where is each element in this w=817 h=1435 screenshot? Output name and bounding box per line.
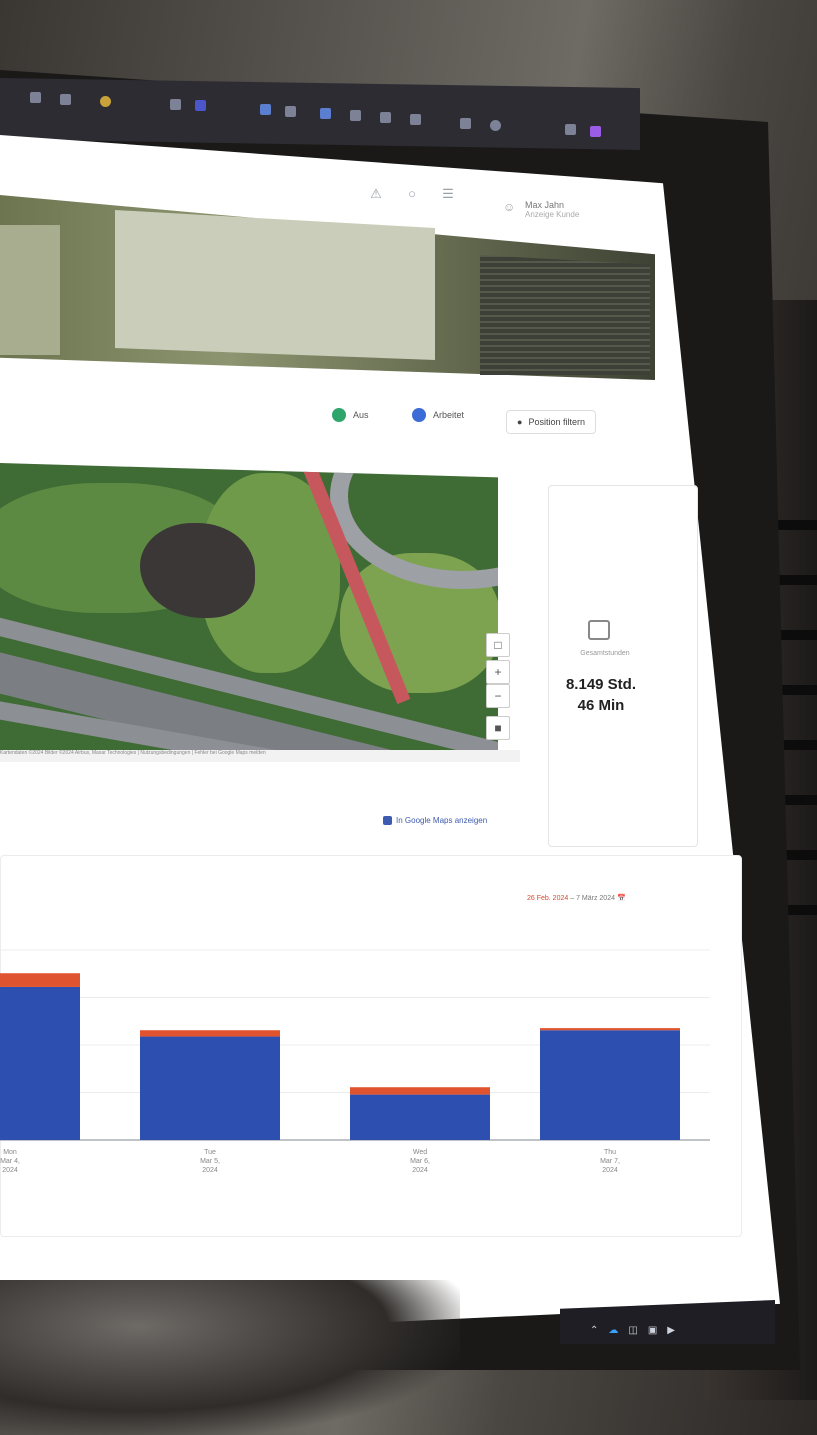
user-name: Max Jahn xyxy=(525,200,565,210)
toolbar-icon[interactable] xyxy=(410,114,421,125)
bar-segment[interactable] xyxy=(350,1094,490,1140)
banner-truck-left xyxy=(0,225,60,355)
bar-segment[interactable] xyxy=(540,1028,680,1031)
help-icon[interactable]: ○ xyxy=(404,186,420,202)
total-hours-value-line1: 8.149 Std. xyxy=(565,676,637,693)
chrome-icon[interactable] xyxy=(100,96,111,107)
toolbar-icon[interactable] xyxy=(320,108,331,119)
hours-bar-chart: Mon Mar 4, 2024 Tue Mar 5, 2024 Wed Mar 6, 2024 T… xyxy=(0,949,710,1174)
x-tick-label: Mar 6, xyxy=(410,1158,430,1165)
banner-truck xyxy=(115,210,435,360)
date-range-start: 26 Feb. 2024 xyxy=(527,895,569,902)
map-type-icon[interactable]: ■ xyxy=(486,716,510,740)
total-hours-value-line2: 46 Min xyxy=(577,697,625,714)
menu-icon[interactable]: ☰ xyxy=(440,186,456,202)
google-maps-link-label: In Google Maps anzeigen xyxy=(396,816,488,825)
x-tick-label: Tue xyxy=(204,1149,216,1156)
bar-segment[interactable] xyxy=(140,1030,280,1037)
legend-item-aus[interactable]: Aus xyxy=(332,408,369,422)
chevron-up-icon[interactable]: ⌃ xyxy=(590,1325,598,1336)
x-tick-label: Mar 5, xyxy=(200,1158,220,1165)
fullscreen-icon[interactable]: □ xyxy=(486,633,510,657)
bar-segment[interactable] xyxy=(540,1030,680,1140)
extension-icon[interactable] xyxy=(590,126,601,137)
map-attribution: Kartendaten ©2024 Bilder ©2024 Airbus, M… xyxy=(0,750,520,762)
toolbar-icon[interactable] xyxy=(170,99,181,110)
toolbar-icon[interactable] xyxy=(460,118,471,129)
toolbar-icon[interactable] xyxy=(195,100,206,111)
shield-icon[interactable]: ◫ xyxy=(628,1325,637,1336)
date-range-picker[interactable]: 26 Feb. 2024 – 7 März 2024 📅 xyxy=(527,894,626,902)
bell-icon[interactable]: ⚠ xyxy=(368,186,384,202)
user-company: Anzeige Kunde xyxy=(525,210,580,219)
toolbar-icon[interactable] xyxy=(285,106,296,117)
toolbar-icon[interactable] xyxy=(380,112,391,123)
toolbar-icon[interactable] xyxy=(260,104,271,115)
desk-surface xyxy=(0,1330,817,1435)
position-filter-label: Position filtern xyxy=(528,417,585,427)
user-profile[interactable]: ☺ Max Jahn Anzeige Kunde xyxy=(503,200,579,219)
banner-shutter xyxy=(480,255,650,375)
x-tick-label: Mon xyxy=(3,1149,17,1156)
status-dot-icon xyxy=(332,408,346,422)
x-tick-label: 2024 xyxy=(2,1167,18,1174)
toolbar-icon[interactable] xyxy=(565,124,576,135)
google-maps-link[interactable]: In Google Maps anzeigen xyxy=(383,816,487,825)
total-hours-label: Gesamtstunden xyxy=(580,650,630,657)
external-link-icon xyxy=(383,816,392,825)
date-range-end: 7 März 2024 xyxy=(576,895,615,902)
x-tick-label: 2024 xyxy=(202,1167,218,1174)
cloud-icon[interactable]: ☁ xyxy=(608,1325,618,1336)
bar-segment[interactable] xyxy=(0,986,80,1140)
x-tick-label: Mar 7, xyxy=(600,1158,620,1165)
legend-item-arbeitet[interactable]: Arbeitet xyxy=(412,408,464,422)
x-tick-label: Wed xyxy=(413,1149,427,1156)
calendar-icon xyxy=(588,620,610,640)
status-dot-icon xyxy=(412,408,426,422)
volume-icon[interactable]: ▶ xyxy=(667,1325,675,1336)
toolbar-icon[interactable] xyxy=(350,110,361,121)
legend-label: Arbeitet xyxy=(433,410,465,420)
network-icon[interactable]: ▣ xyxy=(648,1325,657,1336)
date-range-separator: – xyxy=(570,895,575,902)
filter-icon: ● xyxy=(517,417,523,427)
zoom-in-button[interactable]: + xyxy=(486,660,510,684)
bar-segment[interactable] xyxy=(140,1036,280,1140)
system-tray: ⌃ ☁ ◫ ▣ ▶ xyxy=(590,1325,675,1336)
toolbar-icon[interactable] xyxy=(490,120,501,131)
x-tick-label: 2024 xyxy=(412,1167,428,1174)
header-actions: ⚠ ○ ☰ xyxy=(368,186,456,202)
user-icon: ☺ xyxy=(503,200,516,214)
bar-segment[interactable] xyxy=(0,973,80,987)
x-tick-label: Mar 4, xyxy=(0,1158,20,1165)
bar-segment[interactable] xyxy=(350,1087,490,1095)
position-filter-button[interactable]: ● Position filtern xyxy=(506,410,596,434)
x-tick-label: Thu xyxy=(604,1149,616,1156)
toolbar-icon[interactable] xyxy=(60,94,71,105)
total-hours-value: 8.149 Std. 46 Min xyxy=(556,674,646,716)
x-tick-label: 2024 xyxy=(602,1167,618,1174)
satellite-map[interactable] xyxy=(0,463,498,751)
toolbar-icon[interactable] xyxy=(30,92,41,103)
legend-label: Aus xyxy=(353,410,369,420)
calendar-icon: 📅 xyxy=(616,895,626,902)
total-hours-card xyxy=(548,485,698,847)
zoom-out-button[interactable]: − xyxy=(486,684,510,708)
